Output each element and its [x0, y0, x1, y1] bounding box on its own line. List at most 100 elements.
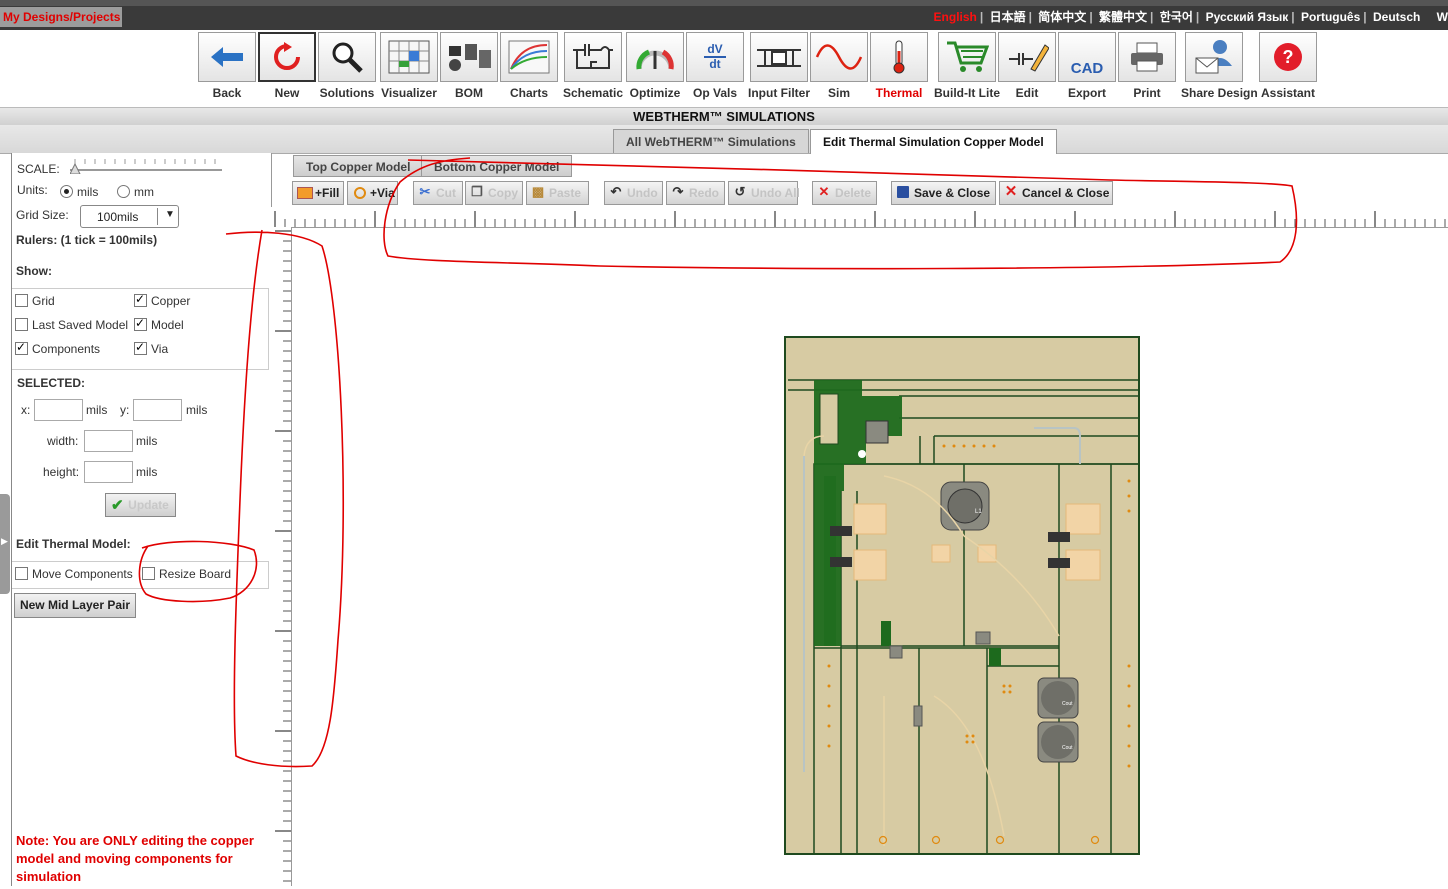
print-button[interactable]: Print [1118, 32, 1176, 100]
sim-button[interactable]: Sim [810, 32, 868, 100]
tab-top-copper-model[interactable]: Top Copper Model [293, 155, 424, 177]
panel-collapse-handle[interactable]: ▶ [0, 494, 10, 594]
share-design-button[interactable]: Share Design [1181, 32, 1258, 100]
page-tabs: All WebTHERM™ Simulations Edit Thermal S… [0, 125, 1448, 154]
lang-korean[interactable]: 한국어 [1160, 10, 1193, 24]
width-mils-label: mils [136, 434, 158, 448]
output-capacitor-1[interactable]: Cout [1037, 677, 1079, 719]
paste-button[interactable]: ▩ Paste [526, 181, 589, 205]
show-components-option[interactable]: Components [15, 340, 100, 356]
thermometer-icon [870, 32, 928, 82]
lang-traditional-chinese[interactable]: 繁體中文 [1099, 10, 1147, 24]
show-model-option[interactable]: Model [134, 316, 184, 332]
left-panel [11, 153, 272, 886]
edit-button[interactable]: Edit [998, 32, 1056, 100]
show-copper-option[interactable]: Copper [134, 292, 190, 308]
show-last-saved-option[interactable]: Last Saved Model [15, 318, 128, 332]
y-input[interactable] [133, 399, 182, 421]
show-grid-option[interactable]: Grid [15, 294, 55, 308]
my-designs-link[interactable]: My Designs/Projects [0, 7, 122, 27]
cancel-icon: ✕ [1004, 183, 1018, 200]
update-button[interactable]: ✔ Update [105, 493, 176, 517]
bom-button[interactable]: BOM [440, 32, 498, 100]
lang-japanese[interactable]: 日本語 [990, 10, 1026, 24]
mils-radio[interactable] [60, 185, 73, 198]
build-it-lite-button[interactable]: Build-It Lite [934, 32, 1000, 100]
lang-russian[interactable]: Русский Язык [1206, 10, 1289, 24]
charts-button[interactable]: Charts [500, 32, 558, 100]
delete-button[interactable]: ✕ Delete [812, 181, 877, 205]
lang-simplified-chinese[interactable]: 简体中文 [1038, 10, 1086, 24]
y-mils-label: mils [186, 403, 208, 417]
via-checkbox[interactable] [134, 340, 147, 355]
printer-icon [1118, 32, 1176, 82]
magnifier-icon [318, 32, 376, 82]
copper-checkbox[interactable] [134, 292, 147, 307]
last-saved-checkbox[interactable] [15, 318, 28, 331]
width-input[interactable] [84, 430, 133, 452]
show-via-option[interactable]: Via [134, 340, 168, 356]
input-filter-label: Input Filter [748, 86, 810, 100]
scale-slider[interactable] [69, 156, 225, 175]
move-components-checkbox[interactable] [15, 567, 28, 580]
add-via-button[interactable]: +Via [347, 181, 398, 205]
cut-button[interactable]: ✂ Cut [413, 181, 463, 205]
checkmark-icon: ✔ [111, 497, 124, 514]
move-components-option[interactable]: Move Components [15, 567, 133, 581]
input-filter-button[interactable]: Input Filter [748, 32, 810, 100]
redo-button[interactable]: ↷ Redo [666, 181, 725, 205]
print-label: Print [1133, 86, 1161, 100]
build-it-lite-label: Build-It Lite [934, 86, 1000, 100]
gauge-icon [626, 32, 684, 82]
output-capacitor-2[interactable]: Cout [1037, 721, 1079, 763]
lang-more[interactable]: W [1437, 10, 1448, 24]
new-mid-layer-pair-button[interactable]: New Mid Layer Pair [14, 593, 136, 618]
visualizer-button[interactable]: Visualizer [380, 32, 438, 100]
undo-all-button[interactable]: ↺ Undo All [728, 181, 800, 205]
lang-english[interactable]: English [934, 10, 977, 24]
components-checkbox[interactable] [15, 340, 28, 355]
schematic-label: Schematic [563, 86, 624, 100]
grid-checkbox[interactable] [15, 294, 28, 307]
solutions-button[interactable]: Solutions [318, 32, 376, 100]
optimize-button[interactable]: Optimize [626, 32, 684, 100]
inductor-component[interactable]: L1 [940, 481, 990, 531]
thermal-label: Thermal [875, 86, 923, 100]
schematic-button[interactable]: Schematic [563, 32, 623, 100]
pcb-board-model[interactable]: L1 Cout Cout [784, 336, 1141, 855]
cart-icon [938, 32, 996, 82]
solutions-label: Solutions [319, 86, 375, 100]
width-label: width: [47, 434, 79, 448]
grid-size-select[interactable]: 100mils ▼ [80, 205, 179, 228]
tab-edit-copper-model[interactable]: Edit Thermal Simulation Copper Model [810, 129, 1057, 154]
main-toolbar: Back New Solutions Visualizer BOM Charts… [0, 30, 1448, 102]
new-button[interactable]: New [258, 32, 316, 100]
copy-button[interactable]: ❐ Copy [465, 181, 523, 205]
sim-label: Sim [827, 86, 850, 100]
cancel-and-close-button[interactable]: ✕ Cancel & Close [999, 181, 1113, 205]
mm-radio[interactable] [117, 185, 130, 198]
refresh-icon [258, 32, 316, 82]
assistant-button[interactable]: ? Assistant [1259, 32, 1317, 100]
save-and-close-button[interactable]: Save & Close [891, 181, 996, 205]
model-checkbox[interactable] [134, 316, 147, 331]
resize-board-checkbox[interactable] [142, 567, 155, 580]
tab-bottom-copper-model[interactable]: Bottom Copper Model [421, 155, 573, 177]
unit-mils-option[interactable]: mils [60, 185, 98, 199]
export-button[interactable]: CAD Export [1058, 32, 1116, 100]
x-input[interactable] [34, 399, 83, 421]
edit-icon [998, 32, 1056, 82]
back-button[interactable]: Back [198, 32, 256, 100]
add-fill-button[interactable]: +Fill [292, 181, 344, 205]
lang-portuguese[interactable]: Português [1301, 10, 1360, 24]
op-vals-button[interactable]: dV dt Op Vals [686, 32, 744, 100]
height-input[interactable] [84, 461, 133, 483]
thermal-button[interactable]: Thermal [870, 32, 928, 100]
resize-board-option[interactable]: Resize Board [142, 567, 231, 581]
question-icon: ? [1259, 32, 1317, 82]
tab-all-simulations[interactable]: All WebTHERM™ Simulations [613, 129, 809, 153]
sine-wave-icon [810, 32, 868, 82]
undo-button[interactable]: ↶ Undo [604, 181, 663, 205]
lang-german[interactable]: Deutsch [1373, 10, 1420, 24]
unit-mm-option[interactable]: mm [117, 185, 154, 199]
